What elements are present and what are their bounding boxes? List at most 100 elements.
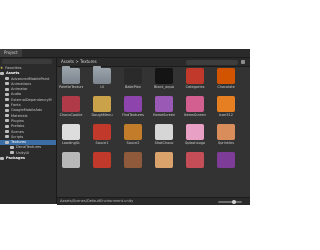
sidebar-item-label: Prefabs — [11, 124, 25, 129]
asset-label: LoadingSc — [62, 141, 80, 145]
folder-tree: ★ Favorites Assets AdvancedMobilePaint Ani… — [0, 66, 56, 161]
texture-item[interactable]: DoughMenu — [90, 96, 114, 118]
folder-icon — [5, 140, 9, 144]
texture-item[interactable] — [214, 152, 238, 174]
texture-item[interactable]: Icon512 — [214, 96, 238, 118]
sidebar-item-label: UnityUI — [16, 150, 30, 155]
texture-thumbnail — [186, 96, 204, 112]
texture-thumbnail — [186, 68, 204, 84]
texture-item[interactable]: HomeScreen — [152, 96, 176, 118]
breadcrumb-assets[interactable]: Assets — [61, 59, 74, 64]
asset-label: ItemsScreen — [184, 113, 206, 117]
star-icon: ★ — [0, 66, 4, 70]
folder-icon — [5, 103, 9, 107]
texture-item[interactable]: Sauce1 — [90, 124, 114, 146]
breadcrumb: Assets > Textures — [61, 58, 97, 66]
folder-icon — [5, 92, 9, 96]
thumbnail-size-slider[interactable] — [218, 199, 242, 204]
sidebar-item-label: DecalTextures — [16, 145, 42, 150]
texture-thumbnail — [124, 124, 142, 140]
lock-icon[interactable] — [241, 59, 245, 64]
texture-item[interactable]: ShotChoco — [152, 124, 176, 146]
texture-item[interactable] — [183, 152, 207, 174]
texture-thumbnail — [62, 96, 80, 112]
browser-toolbar: Assets > Textures — [57, 58, 250, 67]
breadcrumb-separator: > — [75, 59, 79, 64]
texture-item[interactable]: Sauce2 — [121, 124, 145, 146]
sidebar-item-label: Animator — [11, 87, 28, 92]
texture-item[interactable] — [152, 152, 176, 174]
slider-knob[interactable] — [232, 199, 236, 204]
asset-label: Black_aqua — [154, 85, 174, 89]
texture-item[interactable] — [121, 152, 145, 174]
tab-bar: Project — [0, 49, 250, 58]
texture-item[interactable]: FindTextures — [121, 96, 145, 118]
texture-item[interactable]: ItemsScreen — [183, 96, 207, 118]
asset-label: FindTextures — [122, 113, 144, 117]
asset-label: SplashLogo — [185, 141, 205, 145]
sidebar-item-label: Audio — [11, 92, 22, 97]
sidebar-item-label: Scripts — [11, 134, 24, 139]
project-sidebar: ★ Favorites Assets AdvancedMobilePaint Ani… — [0, 58, 57, 204]
sidebar-item-label: Fonts — [11, 103, 21, 108]
folder-icon — [0, 71, 4, 75]
folder-icon — [5, 87, 9, 91]
folder-icon — [5, 124, 9, 128]
status-path: Assets/Scenes/DefaultEnvironment.unity — [60, 199, 134, 203]
sidebar-item-label: Animations — [11, 81, 32, 86]
asset-label: PaletteTextures — [59, 85, 83, 89]
texture-thumbnail — [124, 152, 142, 168]
texture-thumbnail — [62, 124, 80, 140]
asset-label: Sauce2 — [126, 141, 140, 145]
sidebar-item-label: Scenes — [11, 129, 24, 134]
folder-icon — [5, 135, 9, 139]
folder-item[interactable]: PaletteTextures — [59, 66, 83, 90]
search-input[interactable] — [186, 59, 238, 65]
asset-label: Sprinkles — [217, 141, 235, 145]
texture-item[interactable] — [59, 152, 83, 174]
folder-icon — [5, 119, 9, 123]
texture-thumbnail — [155, 96, 173, 112]
folder-icon — [5, 98, 9, 102]
asset-label: Categories — [185, 85, 205, 89]
texture-thumbnail — [217, 96, 235, 112]
folder-item[interactable]: UI — [90, 66, 114, 90]
texture-item[interactable]: Categories — [183, 68, 207, 90]
texture-item[interactable]: BakePlan — [121, 68, 145, 90]
asset-label: UI — [100, 85, 104, 89]
texture-item[interactable]: Black_aqua — [152, 68, 176, 90]
folder-icon — [5, 82, 9, 86]
status-bar: Assets/Scenes/DefaultEnvironment.unity — [57, 197, 250, 205]
texture-item[interactable]: Sprinkles — [214, 124, 238, 146]
folder-icon — [93, 66, 111, 84]
asset-label: ShotChoco — [154, 141, 174, 145]
folder-icon — [62, 66, 80, 84]
texture-item[interactable]: ChocoCookie — [59, 96, 83, 118]
sidebar-item-label: AdvancedMobilePaint — [11, 76, 50, 81]
texture-item[interactable]: Chocolate — [214, 68, 238, 90]
tab-project[interactable]: Project — [0, 49, 22, 57]
texture-thumbnail — [93, 152, 111, 168]
texture-item[interactable]: SplashLogo — [183, 124, 207, 146]
texture-thumbnail — [155, 124, 173, 140]
texture-thumbnail — [186, 124, 204, 140]
texture-thumbnail — [124, 68, 142, 84]
sidebar-search-input[interactable] — [2, 59, 52, 64]
sidebar-item-packages[interactable]: Packages — [0, 156, 56, 161]
texture-thumbnail — [155, 152, 173, 168]
texture-thumbnail — [93, 96, 111, 112]
asset-label: DoughMenu — [91, 113, 113, 117]
sidebar-item-label: ExternalDependencyM — [11, 97, 52, 102]
texture-thumbnail — [186, 152, 204, 168]
breadcrumb-textures[interactable]: Textures — [80, 59, 97, 64]
sidebar-item-label: GoogleMobileAds — [11, 108, 43, 113]
folder-icon — [5, 114, 9, 118]
sidebar-item-label: Plugins — [11, 118, 24, 123]
asset-label: Chocolate — [217, 85, 235, 89]
texture-item[interactable]: LoadingSc — [59, 124, 83, 146]
folder-icon — [5, 130, 9, 134]
texture-thumbnail — [217, 152, 235, 168]
texture-thumbnail — [155, 68, 173, 84]
texture-item[interactable] — [90, 152, 114, 174]
folder-icon — [10, 151, 14, 155]
